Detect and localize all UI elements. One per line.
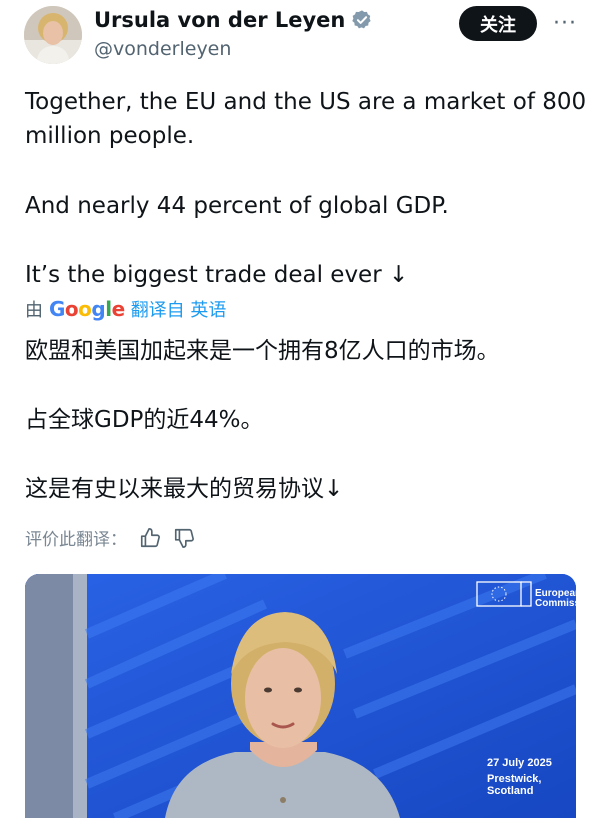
author-name-row: Ursula von der Leyen [94,8,373,32]
google-logo: Google [49,297,125,321]
video-date-caption: 27 July 2025 [487,757,552,769]
rate-translation-row: 评价此翻译： [25,525,195,550]
video-player[interactable]: European Commission 27 July 2025 Prestwi… [25,574,576,818]
translation-attribution: 由 Google 翻译自 英语 [25,296,226,322]
rate-translation-label: 评价此翻译： [25,530,127,550]
verified-badge-icon [352,10,371,29]
avatar[interactable] [24,6,82,64]
more-icon[interactable]: ··· [550,8,580,38]
commission-logo-line2: Commission [535,598,576,609]
avatar-image [24,6,82,64]
tweet-page: Ursula von der Leyen @vonderleyen 关注 ···… [0,0,600,818]
follow-button[interactable]: 关注 [459,6,537,41]
translate-source-link[interactable]: 翻译自 英语 [131,296,227,322]
translated-by-label: 由 [25,300,43,321]
display-name[interactable]: Ursula von der Leyen [94,8,345,32]
tweet-text-paragraph-2: And nearly 44 percent of global GDP. [25,193,449,219]
video-location-caption: Prestwick, Scotland [487,773,542,797]
handle[interactable]: @vonderleyen [94,38,231,60]
tweet-text-paragraph-3: It’s the biggest trade deal ever ↓ [25,262,409,288]
translation-paragraph-1: 欧盟和美国加起来是一个拥有8亿人口的市场。 [25,338,500,364]
translation-paragraph-2: 占全球GDP的近44%。 [25,407,264,433]
thumbs-up-icon[interactable] [139,527,161,549]
translation-paragraph-3: 这是有史以来最大的贸易协议↓ [25,476,344,502]
tweet-text-paragraph-1: Together, the EU and the US are a market… [25,89,587,149]
thumbs-down-icon[interactable] [173,527,195,549]
